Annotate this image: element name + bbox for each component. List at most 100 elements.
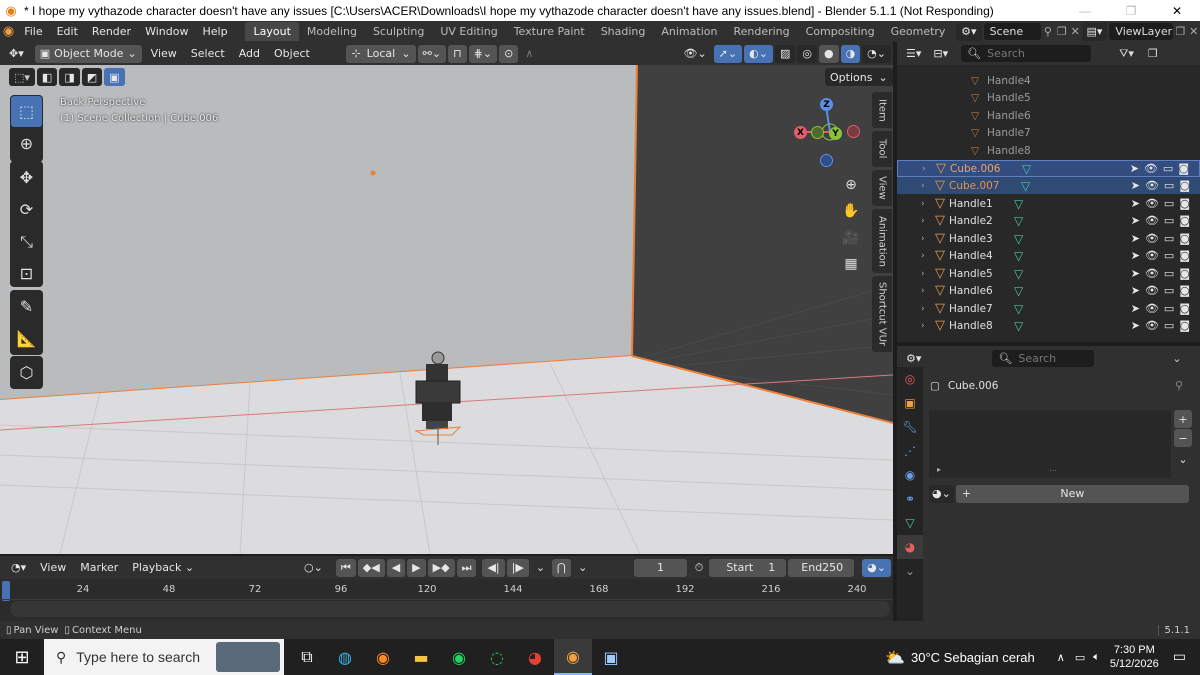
monitor-icon[interactable]: ▭ — [1164, 284, 1174, 297]
select-new-icon[interactable]: ◧ — [36, 68, 58, 86]
eye-icon[interactable]: 👁︎ — [1145, 267, 1159, 280]
selectable-icon[interactable]: ➤ — [1131, 302, 1140, 315]
chevron-down-icon[interactable]: ⌄ — [1174, 450, 1192, 468]
outliner-row-handle8[interactable]: › ▽ Handle8 ▽ ➤ 👁︎ ▭ ◙ — [897, 317, 1200, 334]
select-box-tool-icon[interactable]: ⬚ — [11, 96, 42, 127]
timeline-scrollbar[interactable] — [10, 601, 890, 617]
scene-name-field[interactable]: Scene — [983, 23, 1041, 40]
taskbar-search-box[interactable]: ⚲ Type here to search — [44, 639, 284, 675]
tray-chevron-up-icon[interactable]: ∧ — [1057, 651, 1065, 664]
tab-particles-icon[interactable]: ⋰ — [897, 439, 923, 463]
mesh-data-icon[interactable]: ▽ — [1022, 162, 1031, 176]
tab-geometry-nodes[interactable]: Geometry Nodes — [883, 22, 951, 41]
display-mode-icon[interactable]: ⊟▾ — [928, 45, 953, 63]
outliner-row-handle3[interactable]: › ▽ Handle3 ▽ ➤ 👁︎ ▭ ◙ — [897, 230, 1200, 247]
side-tab-view[interactable]: View — [872, 170, 892, 206]
scene-remove-icon[interactable]: ✕ — [1069, 25, 1082, 38]
monitor-icon[interactable]: ▭ — [1163, 162, 1173, 175]
eye-icon[interactable]: 👁︎ — [1145, 249, 1159, 262]
mesh-data-icon[interactable]: ▽ — [1014, 302, 1023, 316]
camera-icon[interactable]: ◙ — [1179, 214, 1190, 227]
rotate-tool-icon[interactable]: ⟳ — [11, 194, 42, 225]
outliner-row-handle7[interactable]: › ▽ Handle7 ▽ ➤ 👁︎ ▭ ◙ — [897, 300, 1200, 317]
proportional-edit-icon[interactable]: ⊙ — [499, 44, 519, 63]
mesh-data-icon[interactable]: ▽ — [1014, 284, 1023, 298]
mesh-data-icon[interactable]: ▽ — [1014, 197, 1023, 211]
monitor-icon[interactable]: ▭ — [1164, 179, 1174, 192]
tab-shading[interactable]: Shading — [593, 22, 654, 41]
tab-rendering[interactable]: Rendering — [725, 22, 797, 41]
eye-icon[interactable]: 👁︎ — [1145, 302, 1159, 315]
mesh-data-icon[interactable]: ▽ — [1014, 319, 1023, 333]
remove-slot-button[interactable]: − — [1174, 429, 1192, 447]
viewport-menu-select[interactable]: Select — [184, 43, 232, 64]
transform-orientation-dropdown[interactable]: ⊹ Local ⌄ — [346, 44, 416, 63]
tab-material-icon[interactable]: ◕ — [897, 535, 923, 559]
menu-render[interactable]: Render — [85, 21, 138, 42]
keying-set-icon[interactable]: ◕⌄ — [862, 558, 891, 577]
shading-solid-icon[interactable]: ● — [818, 44, 839, 63]
tab-animation[interactable]: Animation — [653, 22, 725, 41]
viewport-menu-add[interactable]: Add — [232, 43, 267, 64]
gizmo-y-axis[interactable]: Y — [829, 127, 842, 140]
selectable-icon[interactable]: ➤ — [1131, 197, 1140, 210]
camera-icon[interactable]: ◙ — [1179, 232, 1190, 245]
menu-file[interactable]: File — [17, 21, 49, 42]
outliner-row-handle5[interactable]: › ▽ Handle5 ▽ ➤ 👁︎ ▭ ◙ — [897, 265, 1200, 282]
chevron-down-icon[interactable]: ⌄ — [1172, 352, 1181, 365]
chevron-right-icon[interactable]: › — [921, 199, 931, 209]
gizmo-neg-x-axis[interactable] — [847, 125, 860, 138]
jump-keyframe-forward-icon[interactable]: ▶◆ — [427, 558, 455, 577]
chevron-right-icon[interactable]: › — [921, 286, 931, 296]
timeline-menu-view[interactable]: View — [33, 557, 73, 578]
camera-icon[interactable]: ◙ — [1179, 302, 1190, 315]
snap-icon[interactable]: ⊓ — [448, 44, 467, 63]
select-extend-icon[interactable]: ◨ — [59, 68, 80, 86]
chevron-down-icon[interactable]: ⌄ — [897, 559, 923, 583]
material-browse-icon[interactable]: ◕⌄ — [929, 484, 954, 503]
tab-modeling[interactable]: Modeling — [299, 22, 365, 41]
3d-viewport[interactable] — [0, 65, 893, 554]
visibility-eye-icon[interactable]: 👁⌄ — [678, 45, 711, 63]
gizmo-neg-y-axis[interactable] — [811, 126, 824, 139]
tab-layout[interactable]: Layout — [245, 22, 299, 41]
new-material-button[interactable]: + New — [955, 484, 1189, 503]
outliner-row-handle4[interactable]: › ▽ Handle4 ▽ ➤ 👁︎ ▭ ◙ — [897, 247, 1200, 264]
side-tab-tool[interactable]: Tool — [872, 131, 892, 167]
scene-copy-icon[interactable]: ❐ — [1055, 25, 1069, 38]
minimize-button[interactable]: — — [1062, 0, 1108, 21]
outliner-editor-type-icon[interactable]: ☰▾ — [901, 45, 926, 63]
selectable-icon[interactable]: ➤ — [1131, 284, 1140, 297]
new-collection-icon[interactable]: ❐ — [1148, 47, 1158, 60]
close-button[interactable]: ✕ — [1154, 0, 1200, 21]
monitor-icon[interactable]: ▭ — [1164, 319, 1174, 332]
mesh-data-icon[interactable]: ▽ — [1014, 267, 1023, 281]
battery-icon[interactable]: ▭ — [1075, 651, 1085, 664]
view-layer-icon[interactable]: ▤▾ — [1081, 22, 1108, 41]
camera-view-icon[interactable]: 🎥 — [839, 226, 863, 250]
selectable-icon[interactable]: ➤ — [1131, 319, 1140, 332]
camera-icon[interactable]: ◙ — [1178, 162, 1189, 175]
outliner-row-cube-007[interactable]: › ▽ Cube.007 ▽ ➤ 👁︎ ▭ ◙ — [897, 177, 1200, 194]
chevron-right-icon[interactable]: › — [921, 216, 931, 226]
file-explorer-icon[interactable]: ▬ — [402, 639, 440, 675]
add-slot-button[interactable]: + — [1174, 410, 1192, 428]
shading-material-icon[interactable]: ◑ — [840, 44, 861, 63]
weather-icon[interactable]: ⛅ — [885, 648, 905, 667]
jump-start-icon[interactable]: ⏮ — [335, 558, 356, 577]
windows-start-icon[interactable]: ⊞ — [0, 639, 44, 675]
whatsapp-icon[interactable]: ◌ — [478, 639, 516, 675]
tab-texture-paint[interactable]: Texture Paint — [506, 22, 593, 41]
camera-icon[interactable]: ◙ — [1179, 179, 1190, 192]
outliner-row-handle2[interactable]: › ▽ Handle2 ▽ ➤ 👁︎ ▭ ◙ — [897, 212, 1200, 229]
stopwatch-icon[interactable]: ⏱ — [695, 561, 704, 575]
snap-target-icon[interactable]: ⋕⌄ — [468, 44, 498, 63]
outliner-row-handle6[interactable]: › ▽ Handle6 ▽ ➤ 👁︎ ▭ ◙ — [897, 282, 1200, 299]
options-dropdown[interactable]: Options ⌄ — [825, 68, 893, 86]
scene-type-icon[interactable]: ⚙▾ — [956, 22, 982, 41]
transform-tool-icon[interactable]: ⊡ — [11, 258, 42, 289]
photos-icon[interactable]: ▣ — [592, 639, 630, 675]
editor-type-icon[interactable]: ✥▾ — [4, 45, 29, 63]
zoom-icon[interactable]: ⊕ — [839, 173, 863, 197]
tab-uv-editing[interactable]: UV Editing — [432, 22, 505, 41]
